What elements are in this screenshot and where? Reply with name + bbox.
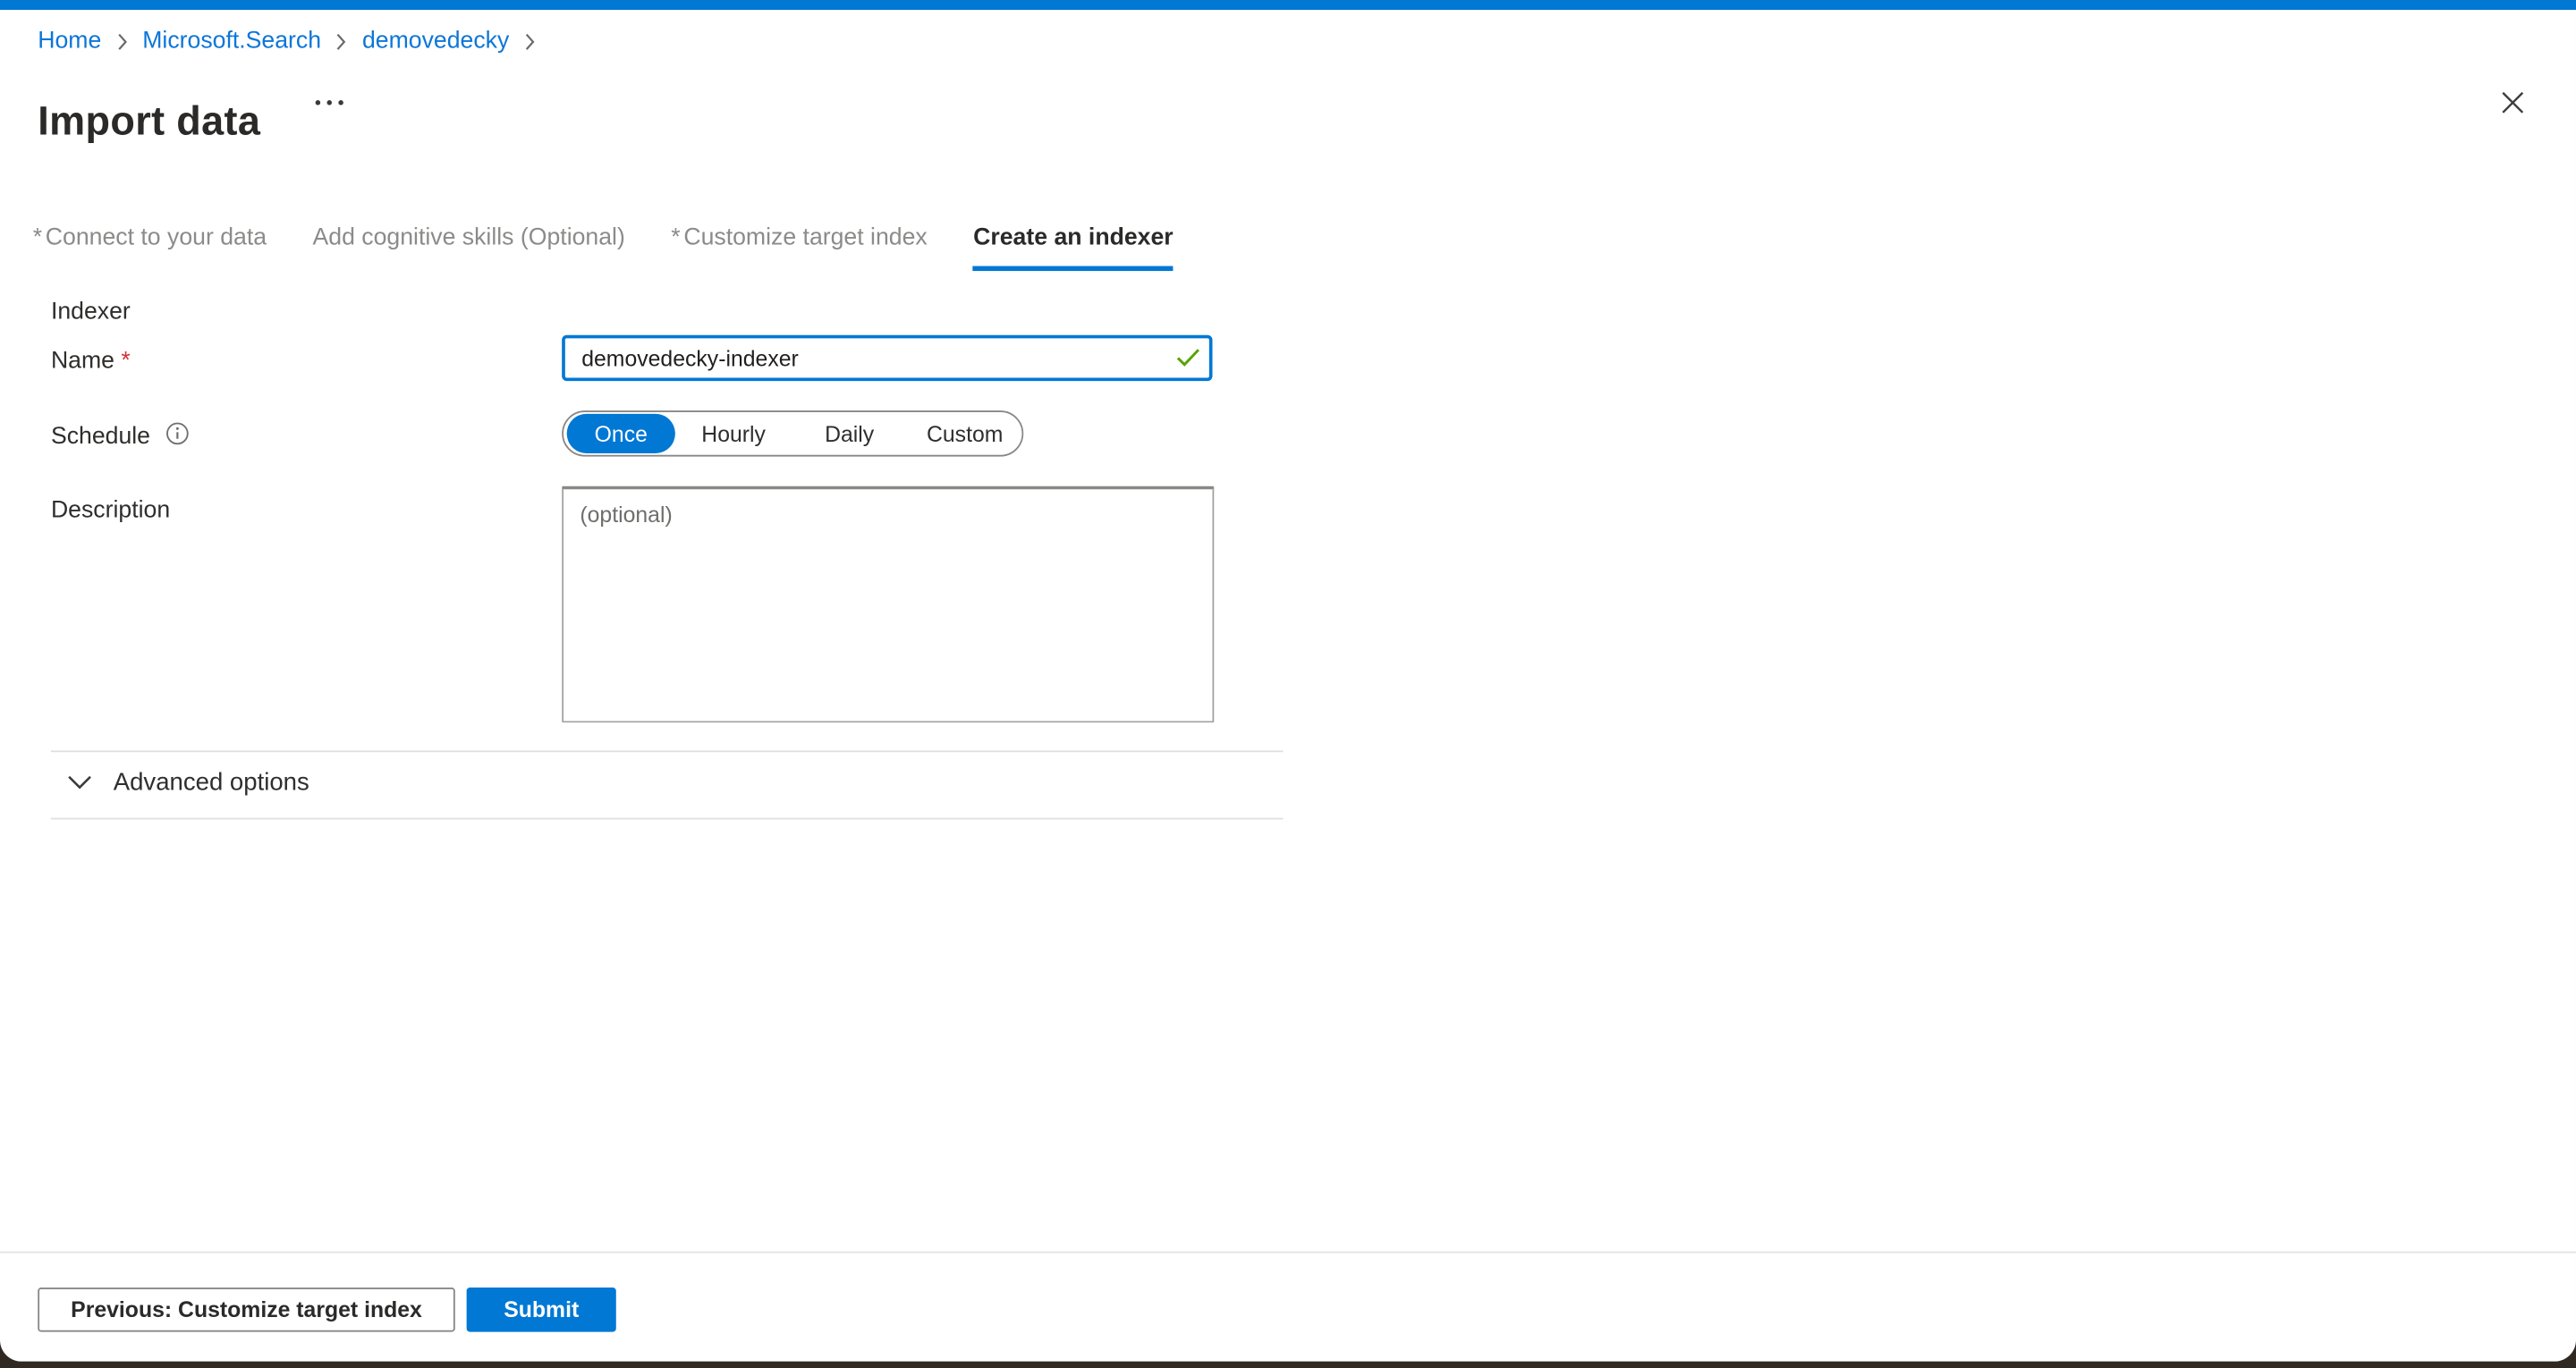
page-stage: Home Microsoft.Search demovedecky Import…	[0, 0, 2576, 1368]
required-asterisk: *	[121, 348, 130, 374]
advanced-options-label: Advanced options	[114, 769, 309, 797]
tab-required-marker: *	[33, 225, 42, 251]
tab-required-marker: *	[671, 225, 680, 251]
name-field	[562, 335, 1212, 381]
ellipsis-icon	[327, 100, 333, 106]
tab-label: Customize target index	[683, 225, 927, 251]
ellipsis-icon	[338, 100, 343, 106]
schedule-option-custom[interactable]: Custom	[927, 421, 1003, 446]
valid-checkmark-icon	[1176, 347, 1201, 376]
chevron-down-icon	[67, 775, 92, 790]
breadcrumb: Home Microsoft.Search demovedecky	[38, 28, 535, 54]
wizard-tabs: * Connect to your data Add cognitive ski…	[33, 225, 1174, 271]
previous-step-button[interactable]: Previous: Customize target index	[38, 1288, 455, 1332]
more-options-button[interactable]	[309, 94, 350, 112]
indexer-name-input[interactable]	[562, 335, 1212, 381]
chevron-right-icon	[524, 32, 536, 50]
tab-label: Add cognitive skills (Optional)	[312, 225, 624, 251]
page-title: Import data	[38, 101, 260, 147]
portal-accent-bar	[0, 0, 2576, 10]
submit-button[interactable]: Submit	[467, 1288, 616, 1332]
import-data-panel: Home Microsoft.Search demovedecky Import…	[0, 0, 2576, 1362]
tab-add-cognitive-skills[interactable]: Add cognitive skills (Optional)	[312, 225, 624, 271]
divider	[51, 750, 1284, 752]
close-icon	[2500, 89, 2525, 114]
chevron-right-icon	[336, 32, 348, 50]
ellipsis-icon	[316, 100, 321, 106]
name-label-text: Name	[51, 348, 114, 374]
breadcrumb-link-microsoft-search[interactable]: Microsoft.Search	[142, 28, 321, 54]
name-field-label: Name *	[51, 348, 131, 374]
chevron-right-icon	[116, 32, 128, 50]
tab-label: Create an indexer	[973, 225, 1174, 251]
close-button[interactable]	[2490, 80, 2533, 123]
description-textarea[interactable]	[562, 486, 1214, 722]
tab-customize-target-index[interactable]: * Customize target index	[671, 225, 927, 271]
indexer-section-heading: Indexer	[51, 299, 131, 325]
divider	[51, 818, 1284, 820]
schedule-option-once[interactable]: Once	[567, 414, 675, 453]
footer-divider	[0, 1252, 2576, 1254]
schedule-option-hourly[interactable]: Hourly	[701, 421, 766, 446]
tab-create-an-indexer[interactable]: Create an indexer	[973, 225, 1174, 271]
breadcrumb-link-home[interactable]: Home	[38, 28, 101, 54]
breadcrumb-link-demovedecky[interactable]: demovedecky	[362, 28, 509, 54]
schedule-toggle-group: Once Hourly Daily Custom	[562, 410, 1023, 456]
description-field-label: Description	[51, 498, 170, 524]
advanced-options-toggle[interactable]: Advanced options	[67, 769, 309, 797]
tab-label: Connect to your data	[46, 225, 267, 251]
schedule-label-text: Schedule	[51, 424, 150, 450]
tab-connect-to-your-data[interactable]: * Connect to your data	[33, 225, 267, 271]
info-icon[interactable]	[166, 422, 190, 452]
schedule-option-daily[interactable]: Daily	[825, 421, 874, 446]
schedule-field-label: Schedule	[51, 422, 190, 452]
